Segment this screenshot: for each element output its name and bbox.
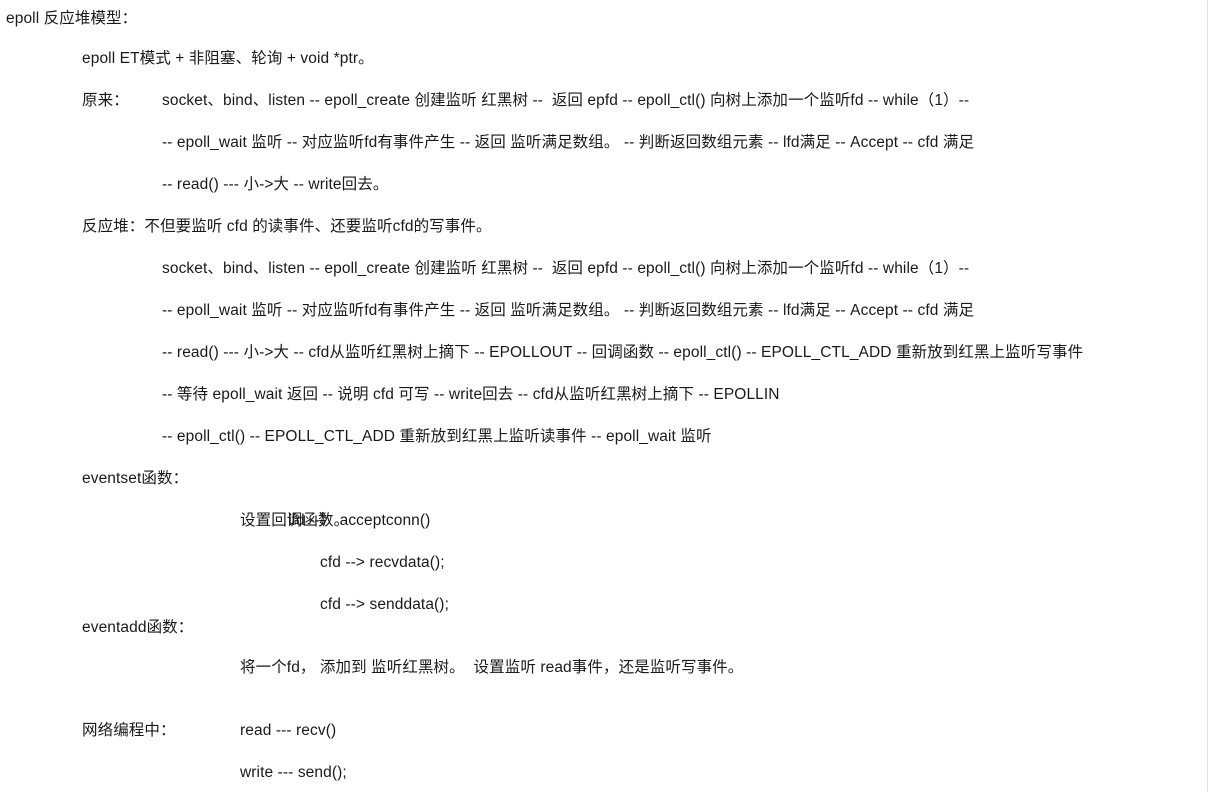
heading-epoll-reactor-model: epoll 反应堆模型： [6,10,138,27]
line-reactor-flow-5: -- epoll_ctl() -- EPOLL_CTL_ADD 重新放到红黑上监… [162,428,712,445]
label-network-programming: 网络编程中： [82,722,176,739]
line-network-read-recv: read --- recv() [240,722,337,739]
line-reactor-flow-4: -- 等待 epoll_wait 返回 -- 说明 cfd 可写 -- writ… [162,386,780,403]
line-original-flow-1: socket、bind、listen -- epoll_create 创建监听 … [162,92,970,109]
line-eventset-lfd-acceptconn: lfd --》 acceptconn() [288,512,431,529]
label-original: 原来： [82,92,129,109]
label-reactor: 反应堆：不但要监听 cfd 的读事件、还要监听cfd的写事件。 [82,218,492,235]
line-eventadd-body: 将一个fd， 添加到 监听红黑树。 设置监听 read事件，还是监听写事件。 [240,659,744,676]
line-reactor-flow-1: socket、bind、listen -- epoll_create 创建监听 … [162,260,970,277]
label-eventadd-function: eventadd函数： [82,619,194,636]
line-epoll-et-mode: epoll ET模式 + 非阻塞、轮询 + void *ptr。 [82,50,374,67]
page-right-edge-rule [1207,0,1208,792]
line-eventset-cfd-recvdata: cfd --> recvdata(); [320,554,445,571]
line-network-write-send: write --- send(); [240,764,347,781]
line-eventset-cfd-senddata: cfd --> senddata(); [320,596,449,613]
line-reactor-flow-3: -- read() --- 小->大 -- cfd从监听红黑树上摘下 -- EP… [162,344,1084,361]
line-original-flow-2: -- epoll_wait 监听 -- 对应监听fd有事件产生 -- 返回 监听… [162,134,975,151]
line-reactor-flow-2: -- epoll_wait 监听 -- 对应监听fd有事件产生 -- 返回 监听… [162,302,975,319]
document-page: epoll 反应堆模型： epoll ET模式 + 非阻塞、轮询 + void … [0,0,1214,792]
label-eventset-function: eventset函数： [82,470,189,487]
line-original-flow-3: -- read() --- 小->大 -- write回去。 [162,176,389,193]
